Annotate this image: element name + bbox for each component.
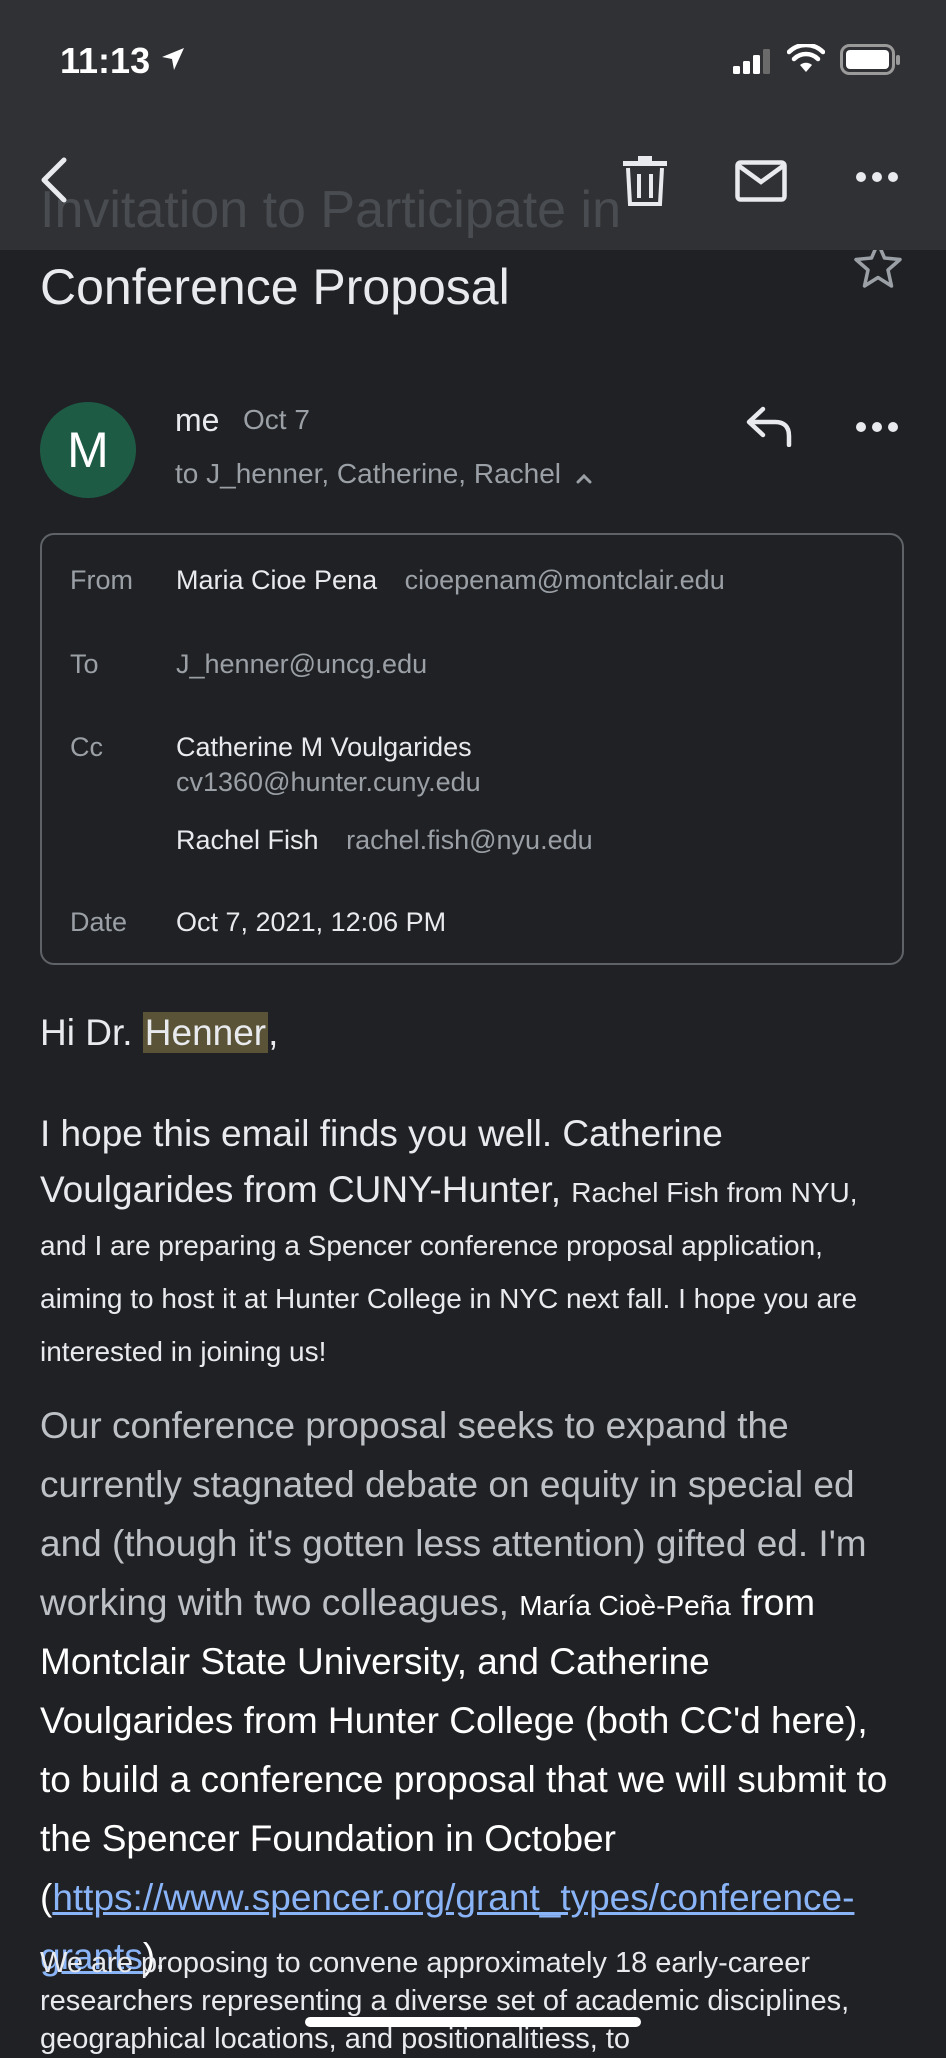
collapsed-subject-title: Invitation to Participate in [40,181,621,239]
cc2-email[interactable]: rachel.fish@nyu.edu [346,825,593,855]
greeting-prefix: Hi Dr. [40,1012,143,1053]
battery-icon [840,44,902,81]
chevron-up-icon [575,460,593,492]
top-app-bar: Invitation to Participate in 11:13 [0,0,946,250]
back-arrow-icon[interactable] [36,156,72,209]
body-paragraph-3: We are proposing to convene approximatel… [40,1947,850,2055]
date-label: Date [70,907,128,937]
body-paragraph-1: I hope this email finds you well. Cather… [40,1110,906,1381]
email-subject: Conference Proposal [40,259,510,315]
wifi-icon [786,42,826,79]
cc1-name: Catherine M Voulgarides [176,732,472,762]
p2-text-b: from Montclair State University, and Cat… [40,1582,888,1918]
status-time: 11:13 [60,40,151,81]
body-paragraph-2: Our conference proposal seeks to expand … [40,1400,906,1990]
cellular-signal-icon [733,48,773,79]
location-arrow-icon [160,46,186,77]
message-details-panel: From Maria Cioe Pena cioepenam@montclair… [40,533,904,965]
to-label: To [70,649,99,679]
from-name: Maria Cioe Pena [176,565,378,595]
message-more-icon[interactable] [855,420,899,438]
home-indicator[interactable] [305,2017,641,2027]
cc1-email[interactable]: cv1360@hunter.cuny.edu [176,767,481,798]
cc2-row: Rachel Fish rachel.fish@nyu.edu [176,825,593,856]
mark-unread-icon[interactable] [735,160,787,207]
highlighted-name: Henner [142,1012,269,1053]
message-date: Oct 7 [243,404,310,435]
sender-name: me [175,402,220,438]
from-row: Maria Cioe Pena cioepenam@montclair.edu [176,565,725,596]
sender-avatar[interactable]: M [40,402,136,498]
recipients-summary: to J_henner, Catherine, Rachel [175,458,562,489]
email-greeting: Hi Dr. Henner, [40,1012,906,1054]
greeting-suffix: , [268,1012,279,1053]
cc-label: Cc [70,732,103,762]
recipients-toggle[interactable]: to J_henner, Catherine, Rachel [175,458,593,492]
from-label: From [70,565,133,595]
p2-name-small: María Cioè-Peña [519,1590,731,1621]
more-options-icon[interactable] [855,170,899,188]
cc2-name: Rachel Fish [176,825,319,855]
from-email[interactable]: cioepenam@montclair.edu [405,565,725,595]
reply-icon[interactable] [745,405,795,452]
date-full: Oct 7, 2021, 12:06 PM [176,907,447,937]
delete-icon[interactable] [622,156,668,211]
to-email[interactable]: J_henner@uncg.edu [176,649,427,680]
